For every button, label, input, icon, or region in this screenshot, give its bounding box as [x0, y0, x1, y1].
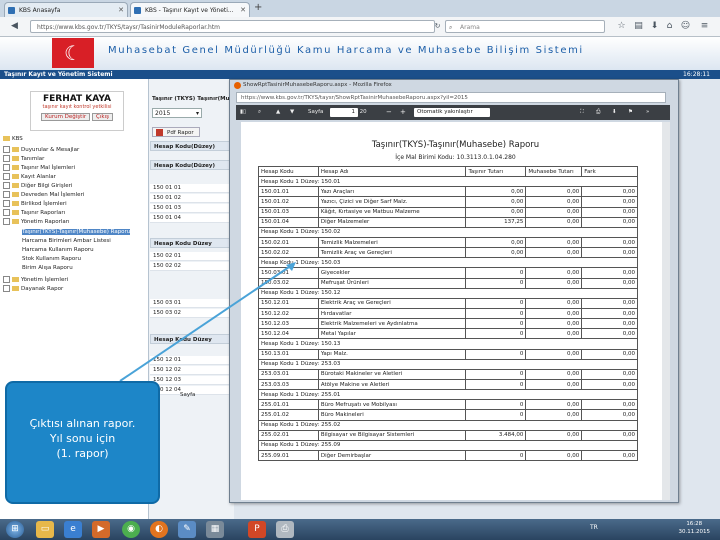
system-clock[interactable]: 16:28 30.11.2015 [679, 520, 711, 536]
powerpoint-icon[interactable]: P [248, 521, 266, 538]
annotation-callout: Çıktısı alınan rapor. Yıl sonu için (1. … [5, 381, 160, 504]
calculator-icon[interactable]: ▦ [206, 521, 224, 538]
paint-icon[interactable]: ✎ [178, 521, 196, 538]
internet-explorer-icon[interactable]: e [64, 521, 82, 538]
callout-line: Çıktısı alınan rapor. [29, 417, 136, 430]
clock-time: 16:28 [686, 521, 703, 527]
pdf-viewer-icon[interactable]: ⎙ [276, 521, 294, 538]
clock-date: 30.11.2015 [678, 529, 711, 535]
firefox-taskbar-icon[interactable]: ◐ [150, 521, 168, 538]
file-explorer-icon[interactable]: ▭ [36, 521, 54, 538]
chrome-icon[interactable]: ◉ [122, 521, 140, 538]
language-indicator[interactable]: TR [590, 524, 598, 531]
callout-line: Yıl sonu için [49, 432, 116, 445]
start-icon[interactable]: ⊞ [6, 521, 24, 538]
media-player-icon[interactable]: ▶ [92, 521, 110, 538]
callout-line: (1. rapor) [56, 447, 109, 460]
